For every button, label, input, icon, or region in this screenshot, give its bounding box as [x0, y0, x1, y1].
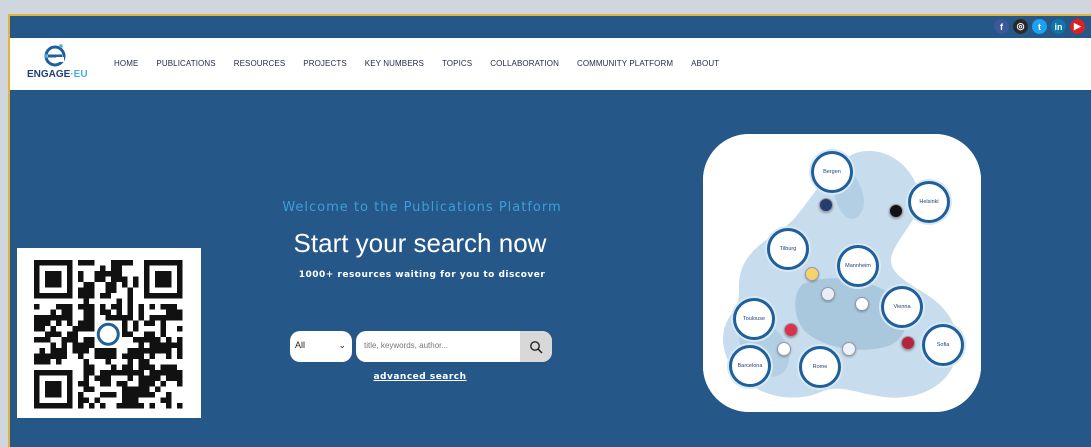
city-toulouse[interactable]: Toulouse [733, 298, 775, 340]
engage-eu-logo[interactable]: ENGAGE·EU [22, 43, 92, 85]
welcome-text: Welcome to the Publications Platform [282, 200, 562, 215]
nav-resources[interactable]: RESOURCES [234, 59, 286, 68]
university-pin-icon[interactable] [805, 267, 819, 281]
city-vienna[interactable]: Vienna [881, 286, 923, 328]
top-strip: f ◎ t in ▶ [10, 16, 1091, 38]
nav-key-numbers[interactable]: KEY NUMBERS [365, 59, 424, 68]
nav-about[interactable]: ABOUT [691, 59, 719, 68]
university-pin-icon[interactable] [889, 204, 903, 218]
qr-code-image [34, 260, 183, 409]
university-pin-icon[interactable] [819, 198, 833, 212]
city-helsinki[interactable]: Helsinki [908, 181, 950, 223]
logo-mark-icon [44, 44, 66, 67]
navbar: ENGAGE·EU HOME PUBLICATIONS RESOURCES PR… [10, 38, 1091, 90]
qr-code [17, 248, 201, 418]
university-pin-icon[interactable] [821, 287, 835, 301]
chevron-down-icon: ⌄ [338, 340, 346, 350]
twitter-icon[interactable]: t [1032, 19, 1047, 34]
university-pin-icon[interactable] [777, 342, 791, 356]
europe-map: Bergen Helsinki Tilburg Mannheim Vienna … [703, 134, 981, 412]
facebook-icon[interactable]: f [994, 19, 1009, 34]
nav-publications[interactable]: PUBLICATIONS [156, 59, 215, 68]
city-mannheim[interactable]: Mannheim [837, 245, 879, 287]
city-sofia[interactable]: Sofia [922, 324, 964, 366]
nav-community-platform[interactable]: COMMUNITY PLATFORM [577, 59, 673, 68]
advanced-search-link[interactable]: advanced search [350, 372, 490, 382]
search-button[interactable] [520, 331, 552, 362]
tagline: 1000+ resources waiting for you to disco… [298, 270, 546, 280]
nav-home[interactable]: HOME [114, 59, 138, 68]
search-input[interactable]: title, keywords, author... [364, 341, 448, 350]
city-rome[interactable]: Rome [799, 346, 841, 388]
university-pin-icon[interactable] [842, 342, 856, 356]
instagram-icon[interactable]: ◎ [1013, 19, 1028, 34]
main-nav: HOME PUBLICATIONS RESOURCES PROJECTS KEY… [114, 59, 737, 68]
logo-wordmark: ENGAGE·EU [27, 69, 88, 80]
youtube-icon[interactable]: ▶ [1070, 19, 1085, 34]
city-tilburg[interactable]: Tilburg [767, 228, 809, 270]
city-bergen[interactable]: Bergen [811, 151, 853, 193]
university-pin-icon[interactable] [855, 297, 869, 311]
university-pin-icon[interactable] [901, 336, 915, 350]
nav-projects[interactable]: PROJECTS [303, 59, 346, 68]
nav-collaboration[interactable]: COLLABORATION [490, 59, 559, 68]
university-pin-icon[interactable] [784, 323, 798, 337]
category-select[interactable]: All ⌄ [290, 331, 352, 362]
search-icon [530, 340, 543, 354]
city-barcelona[interactable]: Barcelona [729, 345, 771, 387]
social-links: f ◎ t in ▶ [994, 19, 1085, 34]
category-select-value: All [295, 340, 306, 350]
nav-topics[interactable]: TOPICS [442, 59, 472, 68]
search-bar: title, keywords, author... [356, 331, 552, 362]
linkedin-icon[interactable]: in [1051, 19, 1066, 34]
page-title: Start your search now [293, 228, 547, 258]
